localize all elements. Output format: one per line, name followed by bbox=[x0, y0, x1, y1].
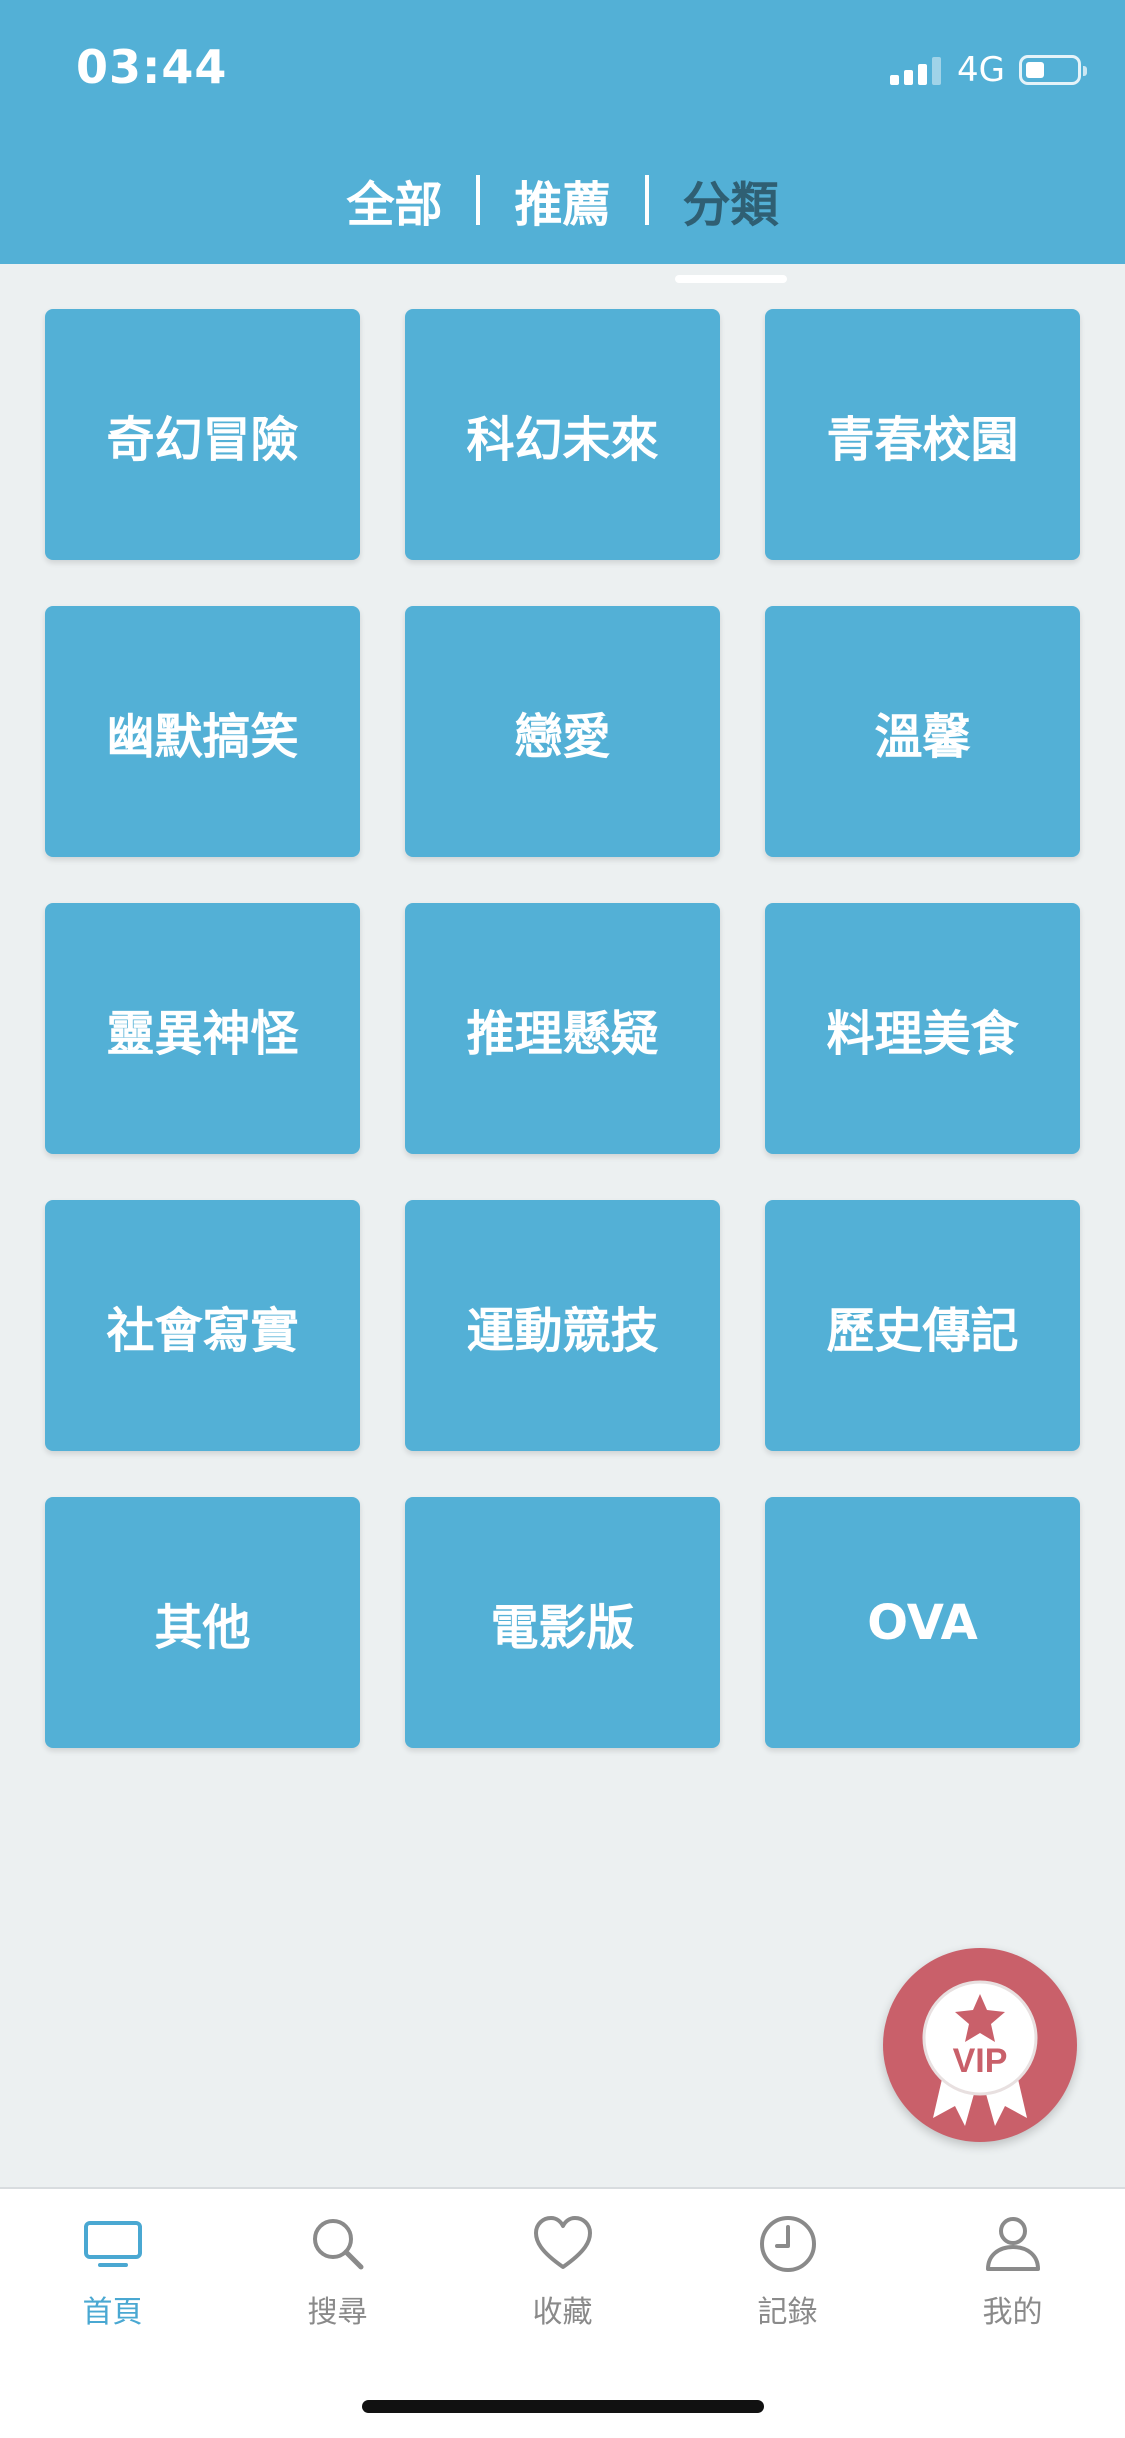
tabbar-label-favorites: 收藏 bbox=[532, 2295, 593, 2330]
category-school-youth[interactable]: 青春校園 bbox=[765, 309, 1080, 560]
clock-icon bbox=[759, 2216, 816, 2272]
tabbar-label-home: 首頁 bbox=[82, 2295, 143, 2330]
category-cooking[interactable]: 料理美食 bbox=[765, 903, 1080, 1154]
tv-icon bbox=[83, 2221, 142, 2267]
tabbar-item-profile[interactable]: 我的 bbox=[900, 2189, 1125, 2339]
home-indicator[interactable] bbox=[362, 2400, 764, 2413]
battery-low-icon bbox=[1019, 55, 1087, 85]
tabbar-item-search[interactable]: 搜尋 bbox=[225, 2189, 450, 2339]
tabbar-item-home[interactable]: 首頁 bbox=[0, 2189, 225, 2339]
top-header: 03:44 4G 全部 推薦 分類 bbox=[0, 0, 1125, 283]
category-ova[interactable]: OVA bbox=[765, 1497, 1080, 1748]
category-comedy[interactable]: 幽默搞笑 bbox=[45, 606, 360, 857]
tabbar-item-favorites[interactable]: 收藏 bbox=[450, 2189, 675, 2339]
network-type: 4G bbox=[957, 50, 1005, 90]
category-movie[interactable]: 電影版 bbox=[405, 1497, 720, 1748]
category-supernatural[interactable]: 靈異神怪 bbox=[45, 903, 360, 1154]
category-sports[interactable]: 運動競技 bbox=[405, 1200, 720, 1451]
bottom-tab-bar: 首頁 搜尋 收藏 記錄 我的 bbox=[0, 2187, 1125, 2438]
vip-ribbon-star-icon: VIP bbox=[922, 1980, 1038, 2126]
tab-recommended[interactable]: 推薦 bbox=[480, 165, 644, 235]
category-other[interactable]: 其他 bbox=[45, 1497, 360, 1748]
status-time: 03:44 bbox=[76, 40, 228, 94]
tabbar-item-history[interactable]: 記錄 bbox=[675, 2189, 900, 2339]
user-icon bbox=[985, 2217, 1040, 2271]
category-realism[interactable]: 社會寫實 bbox=[45, 1200, 360, 1451]
category-mystery[interactable]: 推理懸疑 bbox=[405, 903, 720, 1154]
category-sci-fi[interactable]: 科幻未來 bbox=[405, 309, 720, 560]
vip-label: VIP bbox=[953, 2042, 1008, 2080]
status-indicators: 4G bbox=[890, 50, 1087, 90]
tabbar-label-history: 記錄 bbox=[757, 2295, 818, 2330]
tabbar-label-search: 搜尋 bbox=[307, 2295, 368, 2330]
category-romance[interactable]: 戀愛 bbox=[405, 606, 720, 857]
heart-icon bbox=[533, 2216, 592, 2269]
category-fantasy-adventure[interactable]: 奇幻冒險 bbox=[45, 309, 360, 560]
tab-categories[interactable]: 分類 bbox=[649, 165, 813, 283]
tab-all[interactable]: 全部 bbox=[312, 165, 476, 235]
category-grid: 奇幻冒險 科幻未來 青春校園 幽默搞笑 戀愛 溫馨 靈異神怪 推理懸疑 料理美食… bbox=[45, 309, 1080, 1748]
search-icon bbox=[312, 2219, 363, 2270]
signal-icon bbox=[890, 55, 942, 85]
category-history[interactable]: 歷史傳記 bbox=[765, 1200, 1080, 1451]
category-heartwarming[interactable]: 溫馨 bbox=[765, 606, 1080, 857]
vip-button[interactable]: VIP bbox=[883, 1948, 1077, 2142]
tabbar-label-profile: 我的 bbox=[982, 2295, 1043, 2330]
top-tabs: 全部 推薦 分類 bbox=[0, 160, 1125, 283]
